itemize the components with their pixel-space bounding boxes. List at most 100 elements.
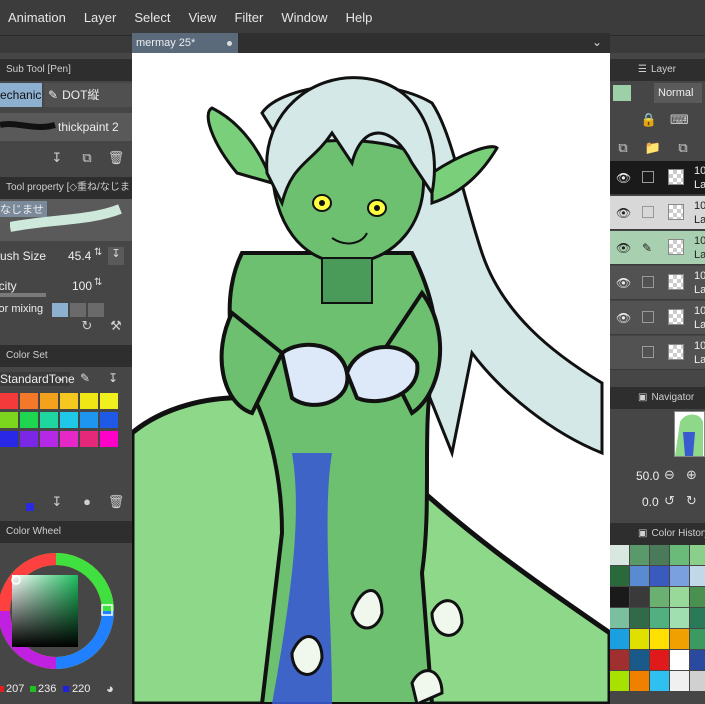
history-swatch[interactable]	[670, 671, 689, 691]
history-swatch[interactable]	[690, 587, 705, 607]
drawing-canvas[interactable]	[132, 53, 610, 704]
history-swatch[interactable]	[650, 650, 669, 670]
color-swatch[interactable]	[80, 393, 98, 409]
add-color-icon[interactable]: ↧	[48, 493, 66, 511]
history-swatch[interactable]	[690, 629, 705, 649]
navigator-thumbnail[interactable]	[674, 411, 705, 457]
mix-mode-3-button[interactable]	[88, 303, 104, 317]
color-swatch[interactable]	[20, 412, 38, 428]
color-wheel[interactable]	[0, 543, 132, 679]
menu-window[interactable]: Window	[273, 0, 337, 36]
spin-icon[interactable]: ⇅	[94, 247, 102, 258]
history-swatch[interactable]	[630, 566, 649, 586]
color-swatch[interactable]	[40, 393, 58, 409]
blend-mode-select[interactable]: Normal	[654, 83, 702, 103]
color-swatch[interactable]	[60, 431, 78, 447]
tab-mechanic[interactable]: Mechanic	[0, 83, 42, 107]
layer-lock-checkbox[interactable]	[642, 276, 654, 288]
history-swatch[interactable]	[630, 587, 649, 607]
history-swatch[interactable]	[650, 545, 669, 565]
layer-lock-checkbox[interactable]	[642, 346, 654, 358]
eye-icon[interactable]: 👁	[616, 241, 631, 255]
history-swatch[interactable]	[670, 608, 689, 628]
dropdown-icon[interactable]: ↧	[108, 247, 124, 265]
menu-help[interactable]: Help	[338, 0, 383, 36]
history-swatch[interactable]	[610, 608, 629, 628]
history-swatch[interactable]	[610, 545, 629, 565]
rotate-left-icon[interactable]: ↺	[664, 493, 675, 509]
color-swatch[interactable]	[0, 412, 18, 428]
color-swatch[interactable]	[60, 393, 78, 409]
history-swatch[interactable]	[650, 671, 669, 691]
duplicate-icon[interactable]: ⧉	[78, 149, 96, 167]
layer-row[interactable]: 👁 10 La	[610, 266, 705, 300]
color-swatch[interactable]	[80, 412, 98, 428]
history-swatch[interactable]	[690, 650, 705, 670]
layer-lock-checkbox[interactable]	[642, 311, 654, 323]
mix-mode-1-button[interactable]	[52, 303, 68, 317]
history-swatch[interactable]	[630, 629, 649, 649]
history-swatch[interactable]	[630, 545, 649, 565]
zoom-row[interactable]: 50.0 ⊖ ⊕	[610, 467, 705, 487]
chevron-down-icon[interactable]: ⌄	[592, 35, 602, 49]
menu-select[interactable]: Select	[126, 0, 180, 36]
fill-color-icon[interactable]: ●	[78, 493, 96, 511]
color-swatch[interactable]	[20, 393, 38, 409]
document-tab[interactable]: mermay 25*	[132, 33, 238, 53]
color-swatch[interactable]	[0, 393, 18, 409]
spin-icon[interactable]: ⇅	[94, 277, 102, 288]
brush-list-item[interactable]: thickpaint 2	[0, 113, 132, 141]
brush-size-row[interactable]: Brush Size 45.4 ⇅ ↧	[0, 245, 132, 269]
menu-layer[interactable]: Layer	[76, 0, 127, 36]
history-swatch[interactable]	[610, 650, 629, 670]
color-swatch[interactable]	[0, 431, 18, 447]
history-swatch[interactable]	[690, 566, 705, 586]
zoom-out-icon[interactable]: ⊖	[664, 467, 675, 483]
layer-row[interactable]: 👁 10 La	[610, 301, 705, 335]
eye-icon[interactable]: 👁	[616, 311, 631, 325]
rotate-right-icon[interactable]: ↻	[686, 493, 697, 509]
menu-view[interactable]: View	[180, 0, 226, 36]
history-swatch[interactable]	[690, 545, 705, 565]
history-swatch[interactable]	[610, 629, 629, 649]
wrench-icon[interactable]: ⚒	[107, 317, 125, 335]
tab-dot[interactable]: ✎ DOT縦	[44, 83, 132, 107]
mode-toggle-icon[interactable]: ◕	[106, 681, 114, 696]
history-swatch[interactable]	[630, 650, 649, 670]
duplicate-icon[interactable]: ⧉	[674, 139, 692, 157]
import-icon[interactable]: ↧	[48, 149, 66, 167]
history-swatch[interactable]	[650, 629, 669, 649]
trash-icon[interactable]: 🗑	[107, 149, 125, 167]
eye-icon[interactable]: 👁	[616, 206, 631, 220]
eye-icon[interactable]: 👁	[616, 276, 631, 290]
history-swatch[interactable]	[610, 587, 629, 607]
color-swatch[interactable]	[80, 431, 98, 447]
history-swatch[interactable]	[670, 566, 689, 586]
layer-row[interactable]: 👁 10 La	[610, 196, 705, 230]
history-swatch[interactable]	[630, 608, 649, 628]
edit-icon[interactable]: ✎	[80, 371, 90, 385]
opacity-row[interactable]: Opacity 100 ⇅	[0, 275, 132, 299]
menu-animation[interactable]: Animation	[0, 0, 76, 36]
menu-filter[interactable]: Filter	[226, 0, 273, 36]
layer-color-swatch[interactable]	[613, 85, 631, 101]
color-swatch[interactable]	[40, 431, 58, 447]
color-swatch[interactable]	[100, 393, 118, 409]
reset-icon[interactable]: ↻	[78, 317, 96, 335]
zoom-in-icon[interactable]: ⊕	[686, 467, 697, 483]
layer-row[interactable]: 👁 10 La	[610, 161, 705, 195]
color-swatch[interactable]	[40, 412, 58, 428]
eye-icon[interactable]: 👁	[616, 171, 631, 185]
color-swatch[interactable]	[100, 431, 118, 447]
history-swatch[interactable]	[690, 608, 705, 628]
layer-lock-checkbox[interactable]	[642, 206, 654, 218]
layer-lock-checkbox[interactable]	[642, 171, 654, 183]
chevron-down-icon[interactable]: ⌄	[56, 371, 65, 384]
history-swatch[interactable]	[650, 587, 669, 607]
history-swatch[interactable]	[670, 545, 689, 565]
history-swatch[interactable]	[690, 671, 705, 691]
color-set-dropdown[interactable]: StandardTone ⌄ ✎ ↧	[0, 369, 132, 391]
folder-icon[interactable]: 📁	[644, 139, 662, 157]
color-swatch[interactable]	[60, 412, 78, 428]
opacity-slider[interactable]	[0, 293, 46, 297]
